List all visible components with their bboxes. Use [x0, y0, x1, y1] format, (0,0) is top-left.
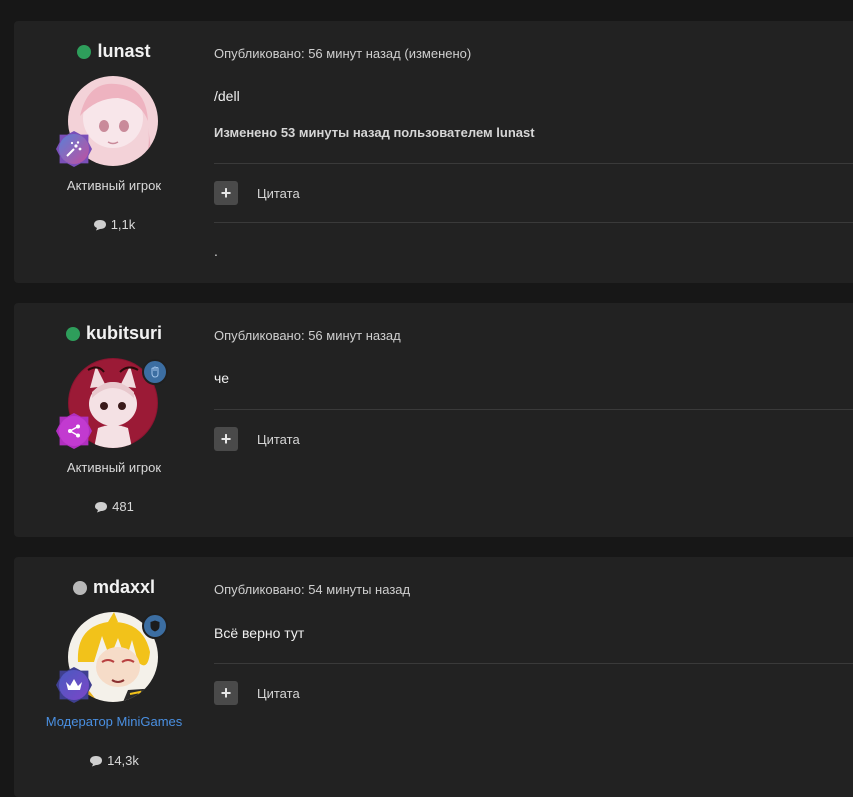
- author-role: Активный игрок: [66, 178, 162, 193]
- post-meta[interactable]: Опубликовано: 56 минут назад: [214, 328, 401, 343]
- author-name: mdaxxl: [92, 577, 156, 597]
- offline-status-icon: [72, 580, 87, 595]
- post-count: 14,3k: [14, 753, 214, 768]
- author-name-link[interactable]: lunast: [14, 41, 214, 62]
- author-name: kubitsuri: [85, 323, 162, 343]
- post-count-value: 481: [112, 499, 134, 514]
- post-content: Опубликовано: 54 минуты назад Всё верно …: [214, 557, 853, 797]
- quote-label[interactable]: Цитата: [257, 432, 300, 447]
- signature: .: [214, 243, 218, 259]
- author-name-link[interactable]: kubitsuri: [14, 323, 214, 344]
- post-count-value: 14,3k: [107, 753, 139, 768]
- post-content: Опубликовано: 56 минут назад (изменено) …: [214, 21, 853, 283]
- author-role[interactable]: Модератор MiniGames: [14, 714, 214, 729]
- plus-icon[interactable]: +: [214, 181, 238, 205]
- post-count: 481: [14, 499, 214, 514]
- shield-icon: [142, 613, 168, 639]
- divider: [214, 663, 853, 664]
- post-count: 1,1k: [14, 217, 214, 232]
- quote-button[interactable]: + Цитата: [214, 427, 300, 451]
- divider: [214, 163, 853, 164]
- post-body: /dell: [214, 88, 240, 104]
- divider: [214, 222, 853, 223]
- speech-bubble-icon: [95, 501, 108, 512]
- online-status-icon: [77, 44, 92, 59]
- post-body: Всё верно тут: [214, 625, 305, 641]
- hand-icon: [142, 359, 168, 385]
- quote-label[interactable]: Цитата: [257, 186, 300, 201]
- quote-button[interactable]: + Цитата: [214, 181, 300, 205]
- quote-button[interactable]: + Цитата: [214, 681, 300, 705]
- post-1: lunast Активный игрок 1,1k Опубликовано:…: [14, 21, 853, 283]
- post-3: mdaxxl Модератор MiniGames 14,3k Опублик…: [14, 557, 853, 797]
- share-rank-icon: [56, 413, 92, 449]
- author-role: Активный игрок: [66, 460, 162, 475]
- post-meta[interactable]: Опубликовано: 54 минуты назад: [214, 582, 410, 597]
- plus-icon[interactable]: +: [214, 427, 238, 451]
- divider: [214, 409, 853, 410]
- author-name: lunast: [97, 41, 151, 61]
- spark-rank-icon: [56, 131, 92, 167]
- post-body: че: [214, 370, 230, 386]
- post-count-value: 1,1k: [110, 217, 136, 232]
- speech-bubble-icon: [90, 755, 103, 766]
- post-meta[interactable]: Опубликовано: 56 минут назад (изменено): [214, 46, 471, 61]
- author-name-link[interactable]: mdaxxl: [14, 577, 214, 598]
- online-status-icon: [65, 326, 80, 341]
- quote-label[interactable]: Цитата: [257, 686, 300, 701]
- plus-icon[interactable]: +: [214, 681, 238, 705]
- edit-note: Изменено 53 минуты назад пользователем l…: [214, 125, 535, 140]
- post-content: Опубликовано: 56 минут назад че + Цитата: [214, 303, 853, 537]
- post-2: kubitsuri Активный игрок 481 Опубликован…: [14, 303, 853, 537]
- speech-bubble-icon: [93, 219, 106, 230]
- post-author: kubitsuri Активный игрок 481: [14, 303, 214, 537]
- crown-rank-icon: [56, 667, 92, 703]
- post-author: lunast Активный игрок 1,1k: [14, 21, 214, 283]
- post-author: mdaxxl Модератор MiniGames 14,3k: [14, 557, 214, 797]
